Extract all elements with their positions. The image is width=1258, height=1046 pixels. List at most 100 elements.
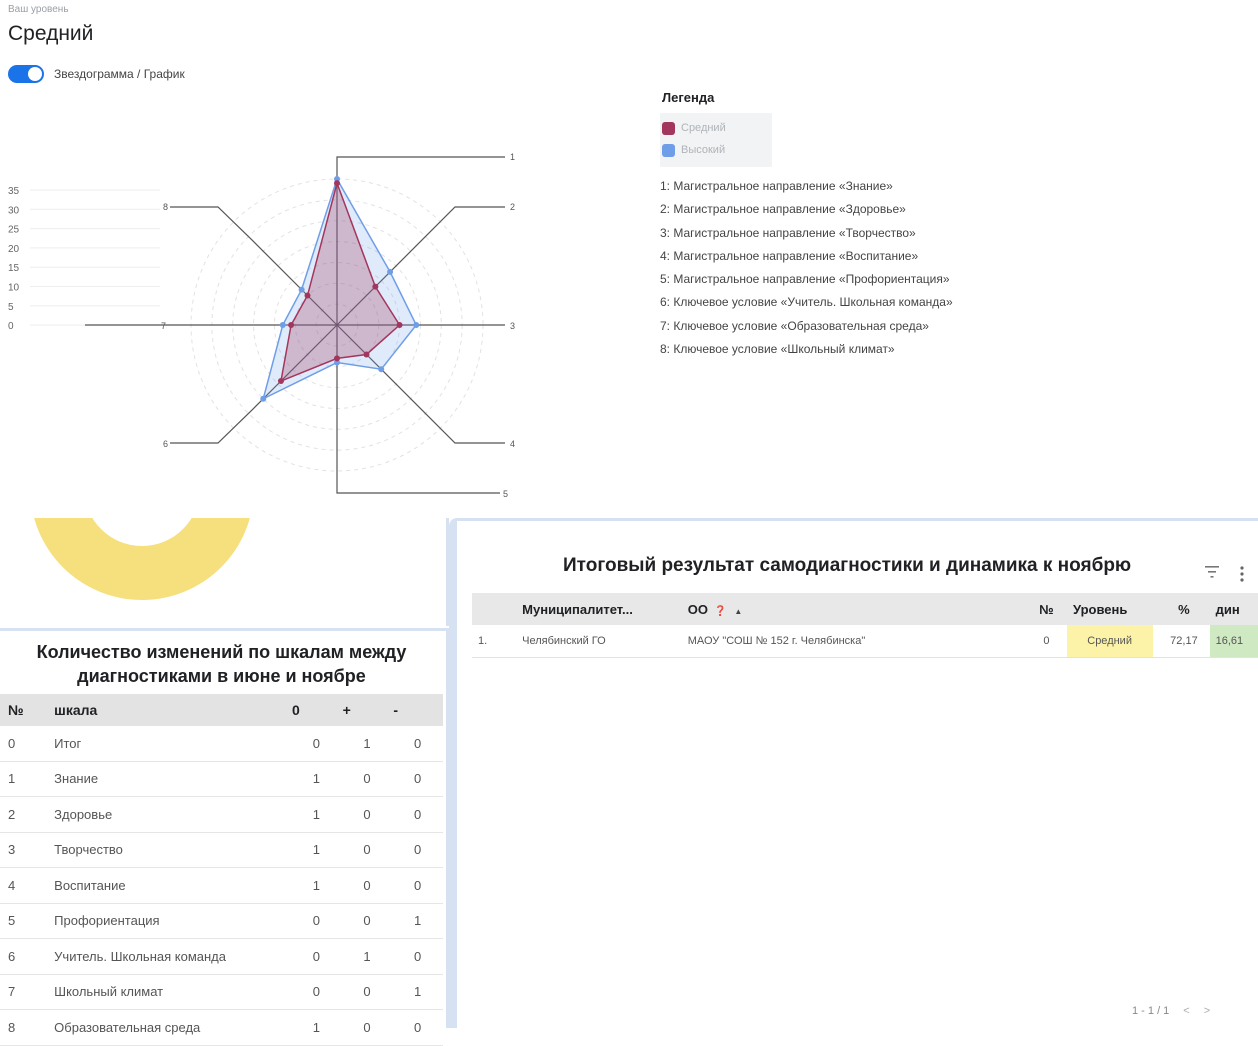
result-table: Муниципалитет... ОО ❓ ▲ № Уровень% дин 1. Челяб…	[472, 593, 1258, 658]
radar-chart: 35 30 25 20 15 10 5 0 1 2 3 4 5 6 7 8	[8, 152, 515, 499]
table-cell: 0	[392, 832, 443, 868]
result-col-1[interactable]: Муниципалитет...	[516, 593, 682, 625]
scale-changes-title: Количество изменений по шкалам между диа…	[36, 642, 407, 686]
radar-point[interactable]	[372, 283, 379, 290]
scale-changes-col-0[interactable]: №	[0, 694, 51, 726]
radar-axis-label: 1	[510, 152, 515, 162]
table-cell: 1	[392, 974, 443, 1010]
radar-point[interactable]	[387, 268, 394, 275]
radar-point[interactable]	[334, 355, 340, 362]
table-cell: 8	[0, 1009, 51, 1046]
more-vert-icon[interactable]	[1239, 565, 1245, 583]
table-cell: 0	[392, 761, 443, 797]
scale-tick-label: 15	[8, 263, 20, 274]
filter-icon[interactable]	[1204, 565, 1220, 579]
legend-entry-label: Высокий	[681, 144, 726, 156]
result-panel: Итоговый результат самодиагностики и дин…	[449, 518, 1258, 1028]
chart-toggle-row[interactable]: Звездограмма / График	[8, 64, 185, 84]
result-col-2[interactable]: ОО ❓ ▲	[681, 593, 1021, 625]
table-row[interactable]: 1. Челябинский ГО МАОУ "СОШ № 152 г. Челяб…	[472, 625, 1258, 658]
level-caption: Ваш уровень	[8, 4, 69, 15]
scale-tick-label: 0	[8, 321, 14, 332]
radar-axis-label: 7	[161, 321, 166, 331]
table-row: 8 Образовательная среда 1 0 0	[0, 1009, 443, 1046]
table-cell: 0	[290, 974, 342, 1010]
radar-axis-label: 8	[163, 202, 168, 212]
radar-point[interactable]	[378, 366, 385, 373]
legend-entry[interactable]: Высокий	[660, 139, 772, 161]
radar-point[interactable]	[363, 351, 370, 358]
table-cell: 0	[341, 761, 393, 797]
table-cell: 1	[341, 938, 393, 975]
table-cell: Творчество	[50, 832, 291, 868]
table-cell: 0	[341, 832, 393, 868]
sort-asc-icon[interactable]: ▲	[734, 607, 742, 616]
legend-swatch	[662, 143, 675, 157]
table-row: 3 Творчество 1 0 0	[0, 832, 443, 868]
table-cell: Учитель. Школьная команда	[50, 938, 291, 975]
legend-axis-item: 4: Магистральное направление «Воспитание…	[660, 248, 919, 263]
scale-tick-label: 30	[8, 205, 20, 216]
table-cell: 5	[0, 903, 51, 939]
legend-axis-list: 1: Магистральное направление «Знание» 2: …	[660, 175, 1080, 361]
result-col-label: Уровень	[1073, 601, 1128, 617]
scale-changes-table: № шкала 0 + - 0 Итог 0 1 0 1 Знание 1 0 0 2 Здоровье 1 0 0…	[0, 694, 443, 1046]
table-cell: 7	[0, 974, 51, 1010]
chart-type-toggle[interactable]	[8, 65, 44, 83]
table-row: 5 Профориентация 0 0 1	[0, 903, 443, 939]
legend-axis-item: 3: Магистральное направление «Творчество…	[660, 225, 916, 240]
legend-series-box: Средний Высокий	[660, 113, 772, 167]
table-cell: МАОУ "СОШ № 152 г. Челябинска"	[681, 625, 1021, 658]
pagination-next-button[interactable]: >	[1204, 1005, 1210, 1017]
scale-changes-col-3[interactable]: +	[341, 694, 393, 726]
radar-axis-label: 4	[510, 439, 515, 449]
radar-point[interactable]	[334, 180, 340, 187]
table-cell: 1	[290, 867, 342, 904]
radar-axis-label: 2	[510, 202, 515, 212]
radar-point[interactable]	[304, 292, 311, 299]
radar-point[interactable]	[288, 322, 295, 328]
radar-point[interactable]	[277, 378, 284, 385]
scale-changes-col-2[interactable]: 0	[290, 694, 342, 726]
table-cell: 0	[392, 867, 443, 904]
donut-chart-fragment	[34, 518, 250, 600]
legend-axis-item: 7: Ключевое условие «Образовательная сре…	[660, 318, 929, 333]
table-cell: 4	[0, 867, 51, 904]
table-cell: 0	[341, 867, 393, 904]
table-cell: Средний	[1067, 625, 1154, 658]
radar-point[interactable]	[396, 322, 403, 328]
legend-entry[interactable]: Средний	[660, 117, 772, 139]
help-icon[interactable]: ❓	[714, 606, 726, 617]
table-cell: Знание	[50, 761, 291, 797]
radar-point[interactable]	[279, 322, 286, 328]
table-cell: 3	[0, 832, 51, 868]
legend-axis-item: 8: Ключевое условие «Школьный климат»	[660, 342, 895, 357]
radar-point[interactable]	[260, 395, 267, 402]
radar-point[interactable]	[298, 286, 305, 293]
result-col-6[interactable]: дин	[1209, 593, 1258, 625]
table-cell: 1	[290, 761, 342, 797]
table-cell: 0	[392, 726, 443, 762]
legend-axis-item: 5: Магистральное направление «Профориент…	[660, 272, 950, 287]
table-cell: Образовательная среда	[50, 1009, 291, 1046]
scale-changes-col-4[interactable]: -	[392, 694, 443, 726]
result-col-label: %	[1178, 601, 1190, 617]
radar-axis-label: 6	[163, 439, 168, 449]
scale-changes-col-1[interactable]: шкала	[50, 694, 291, 726]
table-cell: 16,61	[1209, 625, 1258, 658]
result-col-0[interactable]	[472, 593, 517, 625]
radar-point[interactable]	[413, 322, 420, 328]
pagination-prev-button[interactable]: <	[1183, 1005, 1189, 1017]
result-col-4[interactable]: Уровень	[1067, 593, 1154, 625]
table-cell: 0	[341, 1009, 393, 1046]
table-row: 0 Итог 0 1 0	[0, 726, 443, 762]
table-row: 7 Школьный климат 0 0 1	[0, 974, 443, 1010]
table-cell: 0	[341, 974, 393, 1010]
scale-tick-label: 20	[8, 244, 20, 255]
chart-type-toggle-label: Звездограмма / График	[54, 67, 185, 81]
result-col-3[interactable]: №	[1020, 593, 1067, 625]
level-value: Средний	[8, 22, 94, 45]
result-col-5[interactable]: %	[1153, 593, 1210, 625]
table-cell: 1	[0, 761, 51, 797]
scale-tick-label: 5	[8, 302, 14, 313]
